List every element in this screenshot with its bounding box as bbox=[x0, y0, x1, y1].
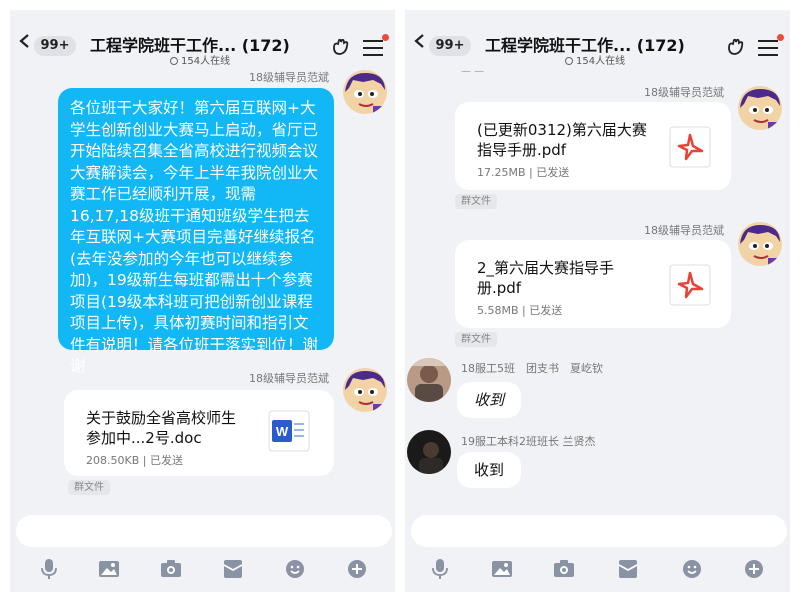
file-name: (已更新0312)第六届大赛指导手册.pdf bbox=[477, 121, 647, 159]
emoji-icon[interactable] bbox=[681, 559, 703, 579]
avatar[interactable] bbox=[738, 222, 782, 266]
sender-name: 18级辅导员范斌 bbox=[249, 372, 329, 385]
sender-name: 18级辅导员范斌 bbox=[249, 71, 329, 84]
sender-name: 18级辅导员范斌 bbox=[644, 224, 724, 237]
emoji-icon[interactable] bbox=[284, 559, 306, 579]
group-file-tag[interactable]: 群文件 bbox=[68, 480, 110, 495]
chat-screen-left: 99+ 工程学院班干工作... (172) 154人在线 18级辅导员范斌 各位… bbox=[10, 10, 395, 592]
hand-wave-icon[interactable] bbox=[726, 38, 746, 56]
online-count: 154人在线 bbox=[170, 52, 230, 67]
sender-name: 18服工5班 团支书 夏屹钦 bbox=[461, 362, 603, 375]
input-toolbar bbox=[10, 555, 395, 585]
back-arrow-icon[interactable] bbox=[413, 34, 427, 48]
sender-name: 19服工本科2班班长 兰贤杰 bbox=[461, 435, 596, 448]
online-dot-icon bbox=[170, 57, 178, 65]
file-name: 关于鼓励全省高校师生参加中...2号.doc bbox=[86, 409, 237, 447]
word-doc-icon: W bbox=[268, 410, 310, 452]
group-file-tag[interactable]: 群文件 bbox=[455, 332, 497, 347]
pdf-icon bbox=[669, 126, 711, 168]
file-meta: 5.58MB | 已发送 bbox=[477, 304, 563, 317]
file-meta: 17.25MB | 已发送 bbox=[477, 166, 570, 179]
chat-header: 99+ 工程学院班干工作... (172) 154人在线 bbox=[10, 10, 395, 68]
pdf-icon bbox=[669, 264, 711, 306]
red-packet-icon[interactable] bbox=[222, 559, 244, 579]
chat-screen-right: 99+ 工程学院班干工作... (172) 154人在线 — — 18级辅导员范… bbox=[405, 10, 790, 592]
avatar[interactable] bbox=[738, 86, 782, 130]
chat-header: 99+ 工程学院班干工作... (172) 154人在线 bbox=[405, 10, 790, 68]
notification-dot bbox=[777, 34, 784, 41]
avatar[interactable] bbox=[407, 430, 451, 474]
image-icon[interactable] bbox=[98, 559, 120, 579]
message-bubble[interactable]: 各位班干大家好！第六届互联网+大学生创新创业大赛马上启动，省厅已开始陆续召集全省… bbox=[58, 88, 334, 375]
back-arrow-icon[interactable] bbox=[18, 34, 32, 48]
camera-icon[interactable] bbox=[553, 559, 575, 579]
file-message-card[interactable]: (已更新0312)第六届大赛指导手册.pdf 17.25MB | 已发送 bbox=[455, 102, 731, 190]
file-meta: 208.50KB | 已发送 bbox=[86, 454, 183, 467]
avatar[interactable] bbox=[407, 358, 451, 402]
message-input[interactable] bbox=[411, 515, 787, 547]
svg-text:W: W bbox=[276, 424, 289, 439]
unread-badge[interactable]: 99+ bbox=[429, 36, 471, 56]
menu-icon[interactable] bbox=[363, 40, 383, 56]
camera-icon[interactable] bbox=[160, 559, 182, 579]
sender-name: 18级辅导员范斌 bbox=[644, 86, 724, 99]
notification-dot bbox=[382, 34, 389, 41]
file-message-card[interactable]: 关于鼓励全省高校师生参加中...2号.doc 208.50KB | 已发送 W bbox=[64, 390, 334, 476]
red-packet-icon[interactable] bbox=[617, 559, 639, 579]
microphone-icon[interactable] bbox=[429, 559, 451, 579]
plus-icon[interactable] bbox=[743, 559, 765, 579]
message-bubble[interactable]: 收到 bbox=[457, 452, 521, 488]
partial-tag: — — bbox=[461, 66, 485, 77]
avatar[interactable] bbox=[343, 70, 387, 114]
online-dot-icon bbox=[565, 57, 573, 65]
image-icon[interactable] bbox=[491, 559, 513, 579]
online-count: 154人在线 bbox=[565, 52, 625, 67]
hand-wave-icon[interactable] bbox=[331, 38, 351, 56]
microphone-icon[interactable] bbox=[38, 559, 60, 579]
file-name: 2_第六届大赛指导手册.pdf bbox=[477, 259, 615, 297]
plus-icon[interactable] bbox=[346, 559, 368, 579]
unread-badge[interactable]: 99+ bbox=[34, 36, 76, 56]
input-toolbar bbox=[405, 555, 790, 585]
menu-icon[interactable] bbox=[758, 40, 778, 56]
message-bubble[interactable]: 收到 bbox=[457, 382, 521, 418]
message-input[interactable] bbox=[16, 515, 392, 547]
avatar[interactable] bbox=[343, 368, 387, 412]
file-message-card[interactable]: 2_第六届大赛指导手册.pdf 5.58MB | 已发送 bbox=[455, 240, 731, 328]
group-file-tag[interactable]: 群文件 bbox=[455, 194, 497, 209]
